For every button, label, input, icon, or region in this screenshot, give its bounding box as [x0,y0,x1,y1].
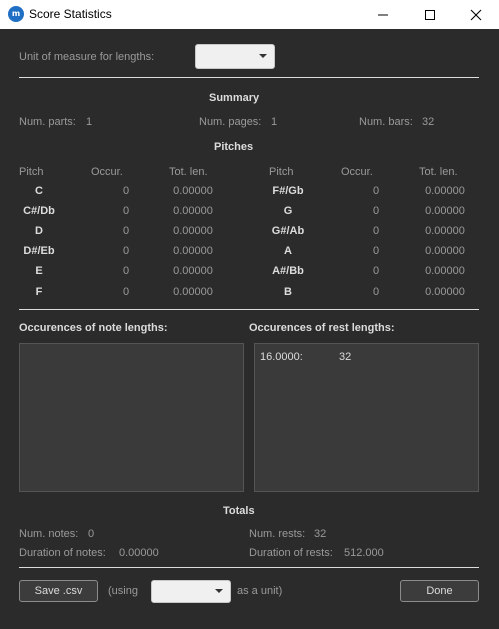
pitch-name: G [283,205,293,217]
occur-header-right: Occur. [341,166,373,178]
pitch-occur: 0 [122,286,130,298]
num-rests-value: 32 [314,528,327,540]
save-csv-button[interactable]: Save .csv [19,580,98,602]
rest-length-item: 16.0000: [260,351,303,363]
close-button[interactable] [453,0,499,29]
pitch-occur: 0 [122,265,130,277]
pitch-occur: 0 [372,245,380,257]
pitch-occur: 0 [372,225,380,237]
rest-duration-value: 512.000 [344,547,384,559]
using-label: (using [108,585,138,597]
pitch-length: 0.00000 [425,265,465,277]
totlen-header-right: Tot. len. [419,166,458,178]
rest-lengths-heading: Occurences of rest lengths: [249,322,395,334]
num-pages-value: 1 [271,116,278,128]
pitch-length: 0.00000 [173,205,213,217]
note-lengths-heading: Occurences of note lengths: [19,322,168,334]
note-duration-label: Duration of notes: [19,547,106,559]
pitch-name: F [35,286,43,298]
unit-csv-dropdown[interactable] [151,580,231,603]
window-title: Score Statistics [29,7,112,21]
unit-label: Unit of measure for lengths: [19,51,155,63]
minimize-button[interactable] [360,0,406,29]
musescore-icon: m [8,6,24,22]
num-parts-label: Num. parts: [19,116,76,128]
pitch-name: E [35,265,43,277]
pitch-name: A#/Bb [272,265,304,277]
done-button[interactable]: Done [400,580,479,602]
pitch-name: A [284,245,292,257]
pitch-header-right: Pitch [269,166,294,178]
as-unit-label: as a unit) [237,585,283,597]
pitch-name: F#/Gb [272,185,304,197]
pitch-name: D [35,225,43,237]
pitch-occur: 0 [372,185,380,197]
divider [19,77,479,78]
unit-dropdown[interactable] [195,44,275,69]
pitch-length: 0.00000 [173,225,213,237]
rest-lengths-list[interactable]: 16.0000: 32 [254,343,479,492]
num-notes-label: Num. notes: [19,528,79,540]
minimize-icon [378,14,388,15]
note-lengths-list[interactable] [19,343,244,492]
num-notes-value: 0 [88,528,95,540]
pitch-length: 0.00000 [425,245,465,257]
pitch-length: 0.00000 [425,225,465,237]
num-rests-label: Num. rests: [249,528,306,540]
pitch-occur: 0 [122,205,130,217]
divider [19,567,479,568]
pitch-header-left: Pitch [19,166,44,178]
num-pages-label: Num. pages: [199,116,262,128]
pitch-name: C [35,185,43,197]
num-bars-value: 32 [422,116,435,128]
maximize-button[interactable] [407,0,453,29]
rest-duration-label: Duration of rests: [249,547,333,559]
summary-heading: Summary [209,92,260,104]
totals-heading: Totals [223,505,255,517]
pitch-occur: 0 [372,205,380,217]
note-duration-value: 0.00000 [119,547,159,559]
pitch-length: 0.00000 [425,205,465,217]
num-parts-value: 1 [86,116,93,128]
pitch-length: 0.00000 [173,265,213,277]
pitch-name: D#/Eb [23,245,55,257]
maximize-icon [425,9,435,20]
pitch-occur: 0 [372,265,380,277]
title-bar: m Score Statistics [0,0,499,29]
pitch-name: G#/Ab [271,225,305,237]
pitch-length: 0.00000 [425,185,465,197]
chevron-down-icon [215,589,223,593]
pitch-name: B [284,286,292,298]
chevron-down-icon [259,54,267,58]
close-icon [470,9,482,20]
pitches-heading: Pitches [214,141,254,153]
pitch-occur: 0 [122,245,130,257]
pitch-occur: 0 [122,185,130,197]
occur-header-left: Occur. [91,166,123,178]
rest-length-count: 32 [339,351,352,363]
pitch-occur: 0 [122,225,130,237]
pitch-occur: 0 [372,286,380,298]
totlen-header-left: Tot. len. [169,166,208,178]
divider [19,309,479,310]
num-bars-label: Num. bars: [359,116,413,128]
pitch-length: 0.00000 [173,185,213,197]
pitch-length: 0.00000 [425,286,465,298]
pitch-length: 0.00000 [173,286,213,298]
pitch-name: C#/Db [23,205,55,217]
pitch-length: 0.00000 [173,245,213,257]
